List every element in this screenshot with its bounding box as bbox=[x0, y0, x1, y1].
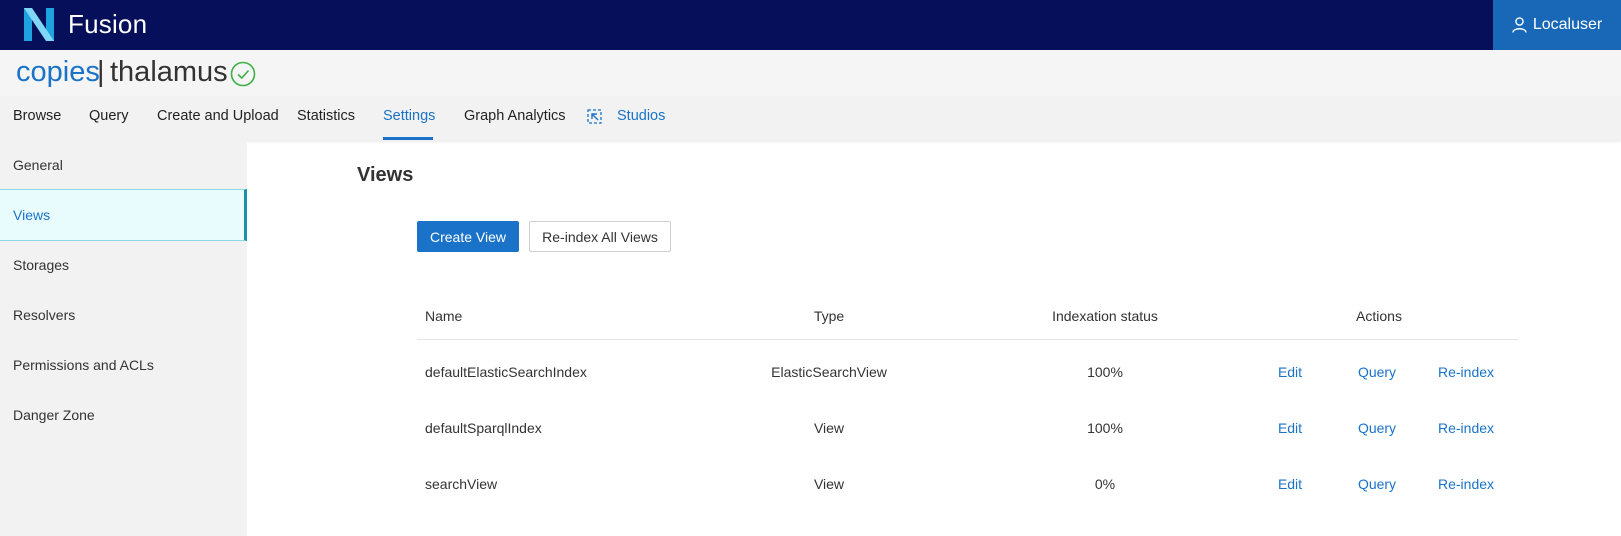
settings-sidebar: General Views Storages Resolvers Permiss… bbox=[0, 140, 247, 536]
sidebar-item-label: Views bbox=[13, 207, 51, 223]
table-header-divider bbox=[417, 339, 1518, 340]
sidebar-item-label: General bbox=[13, 157, 63, 173]
view-name: searchView bbox=[425, 476, 498, 492]
reindex-all-views-button[interactable]: Re-index All Views bbox=[529, 221, 671, 252]
active-tab-indicator bbox=[383, 137, 433, 140]
create-view-button[interactable]: Create View bbox=[417, 221, 519, 252]
studios-icon bbox=[587, 109, 602, 124]
view-name: defaultElasticSearchIndex bbox=[425, 364, 587, 380]
sidebar-item-storages[interactable]: Storages bbox=[0, 240, 247, 290]
sidebar-item-label: Resolvers bbox=[13, 307, 76, 323]
sidebar-item-views[interactable]: Views bbox=[0, 189, 247, 241]
column-header-name: Name bbox=[425, 308, 463, 324]
tab-create-and-upload[interactable]: Create and Upload bbox=[157, 108, 279, 124]
table-row: defaultSparqlIndex View 100% Edit Query … bbox=[417, 402, 1518, 458]
project-tabs: Browse Query Create and Upload Statistic… bbox=[0, 96, 1621, 140]
organization-link[interactable]: copies bbox=[16, 56, 100, 89]
fusion-logo-icon[interactable] bbox=[24, 8, 54, 41]
user-icon bbox=[1512, 17, 1527, 33]
sidebar-item-permissions-and-acls[interactable]: Permissions and ACLs bbox=[0, 340, 247, 390]
column-header-indexation-status: Indexation status bbox=[1052, 308, 1158, 324]
indexation-status: 100% bbox=[1087, 364, 1123, 380]
query-link[interactable]: Query bbox=[1358, 420, 1396, 436]
column-header-type: Type bbox=[813, 308, 845, 324]
edit-link[interactable]: Edit bbox=[1278, 420, 1302, 436]
indexation-status: 0% bbox=[1094, 476, 1116, 492]
check-circle-icon bbox=[230, 61, 256, 87]
tab-studios[interactable]: Studios bbox=[617, 108, 665, 124]
project-name: thalamus bbox=[110, 56, 228, 88]
view-name: defaultSparqlIndex bbox=[425, 420, 542, 436]
user-menu-button[interactable]: Localuser bbox=[1493, 0, 1621, 50]
indexation-status: 100% bbox=[1087, 420, 1123, 436]
sidebar-item-label: Danger Zone bbox=[13, 407, 95, 423]
project-header: copies | thalamus bbox=[0, 50, 1621, 96]
tab-settings[interactable]: Settings bbox=[383, 108, 435, 124]
query-link[interactable]: Query bbox=[1358, 476, 1396, 492]
title-separator: | bbox=[97, 56, 105, 88]
reindex-link[interactable]: Re-index bbox=[1438, 364, 1494, 380]
sidebar-item-label: Permissions and ACLs bbox=[13, 357, 154, 373]
user-name-label: Localuser bbox=[1532, 16, 1603, 33]
app-brand-name: Fusion bbox=[68, 9, 148, 39]
edit-link[interactable]: Edit bbox=[1278, 364, 1302, 380]
view-type: View bbox=[813, 420, 845, 436]
page-title: Views bbox=[357, 164, 414, 186]
top-navigation-bar: Fusion Localuser bbox=[0, 0, 1621, 50]
reindex-link[interactable]: Re-index bbox=[1438, 476, 1494, 492]
sidebar-item-danger-zone[interactable]: Danger Zone bbox=[0, 390, 247, 440]
tab-statistics[interactable]: Statistics bbox=[297, 108, 355, 124]
tab-query[interactable]: Query bbox=[89, 108, 129, 124]
column-header-actions: Actions bbox=[1356, 308, 1402, 324]
edit-link[interactable]: Edit bbox=[1278, 476, 1302, 492]
table-row: defaultElasticSearchIndex ElasticSearchV… bbox=[417, 346, 1518, 402]
view-type: ElasticSearchView bbox=[771, 364, 887, 380]
table-row: searchView View 0% Edit Query Re-index bbox=[417, 458, 1518, 514]
tab-browse[interactable]: Browse bbox=[13, 108, 61, 124]
tab-graph-analytics[interactable]: Graph Analytics bbox=[464, 108, 566, 124]
view-type: View bbox=[813, 476, 845, 492]
reindex-link[interactable]: Re-index bbox=[1438, 420, 1494, 436]
query-link[interactable]: Query bbox=[1358, 364, 1396, 380]
sidebar-item-resolvers[interactable]: Resolvers bbox=[0, 290, 247, 340]
sidebar-item-general[interactable]: General bbox=[0, 140, 247, 190]
sidebar-item-label: Storages bbox=[13, 257, 70, 273]
